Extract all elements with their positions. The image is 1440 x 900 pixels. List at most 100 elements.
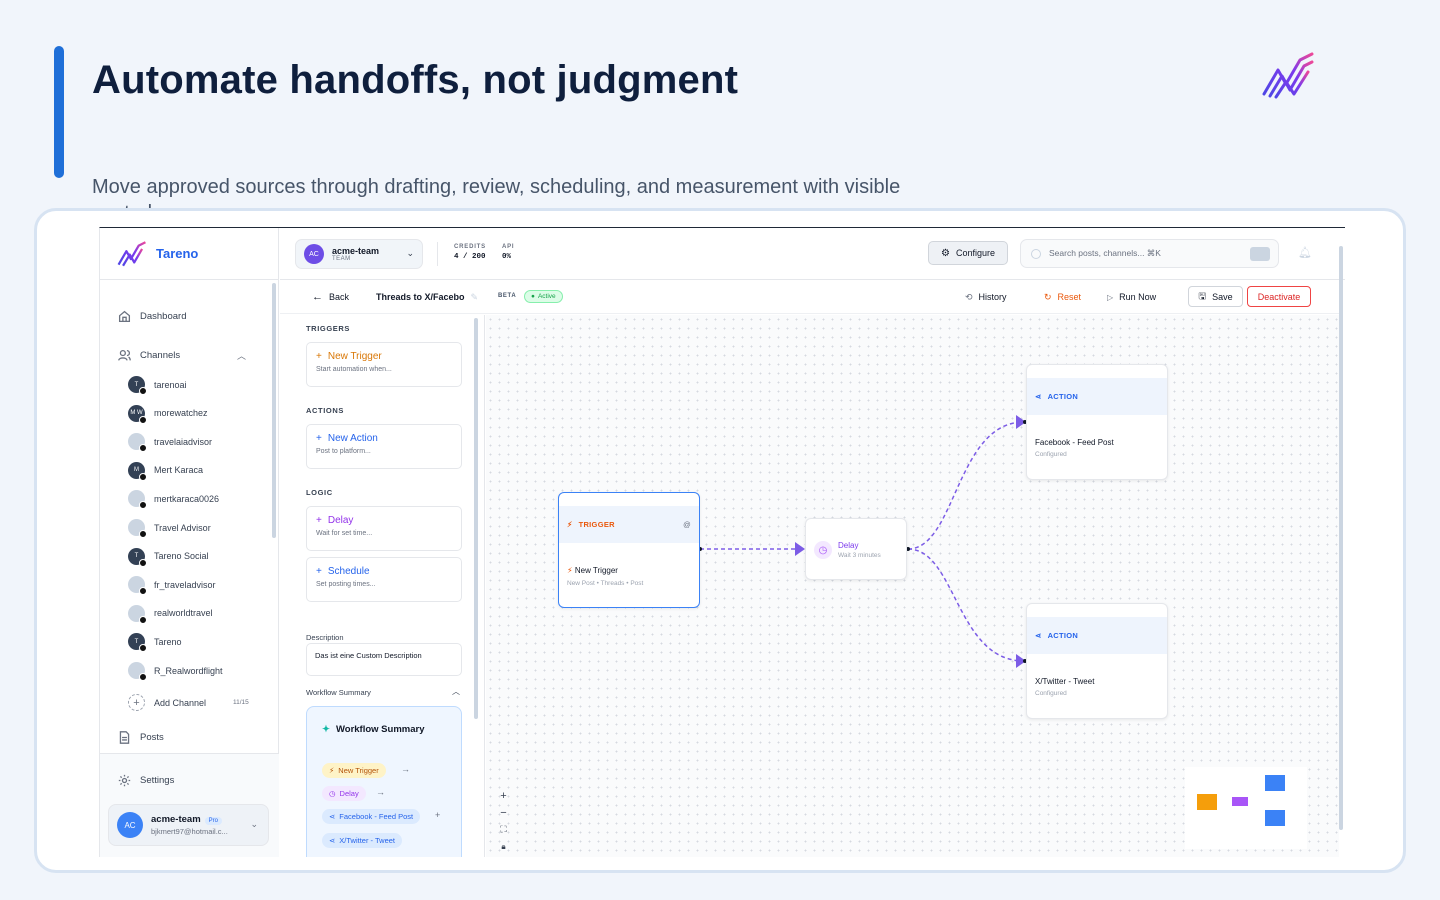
avatar [128, 433, 147, 453]
divider [437, 242, 438, 266]
channel-item[interactable]: Ttarenoai [128, 376, 187, 395]
chevron-down-icon: ⌄ [406, 248, 414, 258]
trigger-node-sub: New Post • Threads • Post [567, 580, 644, 587]
description-field[interactable]: Das ist eine Custom Description [306, 643, 462, 676]
arrow-right-icon: → [401, 764, 410, 774]
hero-subtitle: Move approved sources through drafting, … [92, 176, 901, 208]
action-node-twitter[interactable]: ⋖ ACTION X/Twitter - Tweet Configured [1026, 603, 1168, 719]
palette-scrollbar[interactable] [474, 318, 478, 719]
summary-chip-facebook: ⋖ Facebook - Feed Post [322, 809, 421, 824]
node-palette: TRIGGERS + New Trigger Start automation w… [280, 315, 485, 857]
plus-icon: + [316, 515, 322, 526]
add-channel-label: Add Channel [154, 697, 207, 708]
channel-item[interactable]: realworldtravel [128, 604, 213, 624]
trigger-node[interactable]: ⚡︎ TRIGGER @ ⚡︎ New Trigger New Post • Thr… [558, 492, 700, 608]
chevron-up-icon[interactable]: ︿ [237, 349, 246, 362]
delay-label: Delay [327, 515, 354, 526]
pencil-icon[interactable]: ✎ [471, 292, 479, 303]
new-trigger-card[interactable]: + New Trigger Start automation when... [306, 342, 462, 387]
minimap[interactable] [1185, 767, 1307, 849]
avatar [128, 519, 147, 538]
delay-node[interactable]: ◷ Delay Wait 3 minutes [805, 518, 907, 580]
gear-icon: ⚙ [941, 247, 950, 259]
channel-item[interactable]: T Tareno [128, 633, 182, 653]
save-button[interactable]: 🖫︎ Save [1188, 286, 1243, 307]
channel-item[interactable]: M Mert Karaca [128, 461, 204, 481]
search-input[interactable]: Search posts, channels... ⌘K [1020, 239, 1279, 268]
new-action-card[interactable]: + New Action Post to platform... [306, 424, 462, 469]
team-role: TEAM [332, 256, 351, 262]
team-switcher[interactable]: AC acme-team TEAM ⌄ [295, 239, 423, 269]
schedule-card[interactable]: + Schedule Set posting times... [306, 557, 462, 602]
nav-settings-label: Settings [140, 775, 175, 786]
history-label: History [978, 292, 1007, 302]
channel-item[interactable]: M W morewatchez [128, 404, 208, 424]
account-switcher[interactable]: AC acme-team Pro bjkmert97@hotmail.c... ⌄ [108, 804, 269, 846]
add-channel-button[interactable]: + Add Channel [128, 694, 206, 711]
platform-badge-icon [139, 644, 147, 653]
channel-name: Mert Karaca [154, 465, 204, 476]
sidebar: Tareno Dashboard Channels ︿ Ttarenoai M W… [100, 228, 279, 857]
channel-item[interactable]: mertkaraca0026 [128, 490, 220, 510]
channel-item[interactable]: fr_traveladvisor [128, 576, 216, 596]
workflow-name[interactable]: Threads to X/Facebo ✎ [376, 280, 478, 314]
channel-item[interactable]: T Tareno Social [128, 547, 209, 567]
channel-item[interactable]: R_Realwordflight [128, 662, 223, 681]
minimap-delay [1232, 797, 1248, 806]
platform-badge-icon [139, 387, 147, 395]
reset-icon: ↻ [1044, 291, 1052, 302]
channel-name: morewatchez [154, 408, 208, 419]
api-label: API [502, 244, 515, 250]
schedule-label: Schedule [327, 566, 370, 577]
api-metric: API 0% [502, 244, 514, 261]
threads-icon: @ [683, 520, 691, 529]
zoom-in-button[interactable]: + [496, 788, 511, 803]
channel-item[interactable]: Travel Advisor [128, 519, 211, 538]
search-placeholder: Search posts, channels... ⌘K [1049, 248, 1161, 258]
back-button[interactable]: ← Back [312, 280, 349, 314]
floppy-icon: 🖫︎ [1198, 290, 1207, 301]
workflow-canvas[interactable]: ⚡︎ TRIGGER @ ⚡︎ New Trigger New Post • Thr… [486, 315, 1339, 857]
configure-button[interactable]: ⚙ Configure [928, 241, 1008, 265]
chip-label: Facebook - Feed Post [339, 812, 414, 821]
avatar [128, 576, 147, 596]
workflow-name-text: Threads to X/Facebo [376, 292, 465, 302]
sidebar-brand[interactable]: Tareno [100, 228, 278, 280]
avatar: T [128, 633, 147, 653]
nav-settings[interactable]: Settings [118, 774, 174, 787]
delay-card[interactable]: + Delay Wait for set time... [306, 506, 462, 551]
avatar: T [128, 547, 147, 567]
chip-label: Delay [339, 789, 359, 798]
delay-node-sub: Wait 3 minutes [838, 552, 881, 559]
history-button[interactable]: ⟲ History [965, 280, 1007, 314]
top-bar: AC acme-team TEAM ⌄ CREDITS 4 / 200 API … [280, 228, 1345, 280]
action-node-facebook[interactable]: ⋖ ACTION Facebook - Feed Post Configured [1026, 364, 1168, 480]
nav-dashboard[interactable]: Dashboard [118, 310, 186, 323]
bell-icon[interactable]: 🔔︎ [1298, 246, 1312, 260]
nav-posts[interactable]: Posts [118, 731, 164, 744]
lock-icon[interactable]: 🔒︎ [496, 839, 511, 854]
deactivate-button[interactable]: Deactivate [1247, 286, 1311, 307]
fit-view-button[interactable]: ⛶ [496, 822, 511, 837]
platform-badge-icon [139, 615, 147, 624]
run-now-button[interactable]: ▷ Run Now [1107, 280, 1156, 314]
chip-label: New Trigger [338, 766, 379, 775]
users-icon [118, 349, 131, 361]
channel-name: mertkaraca0026 [154, 493, 220, 504]
page-scrollbar[interactable] [1339, 246, 1343, 830]
zoom-out-button[interactable]: − [496, 805, 511, 820]
avatar: M W [128, 404, 147, 424]
summary-title: Workflow Summary [335, 724, 425, 735]
history-icon: ⟲ [965, 291, 973, 302]
reset-button[interactable]: ↻ Reset [1044, 280, 1081, 314]
document-icon [119, 731, 130, 744]
chevron-up-icon[interactable]: ︿ [452, 686, 460, 697]
nav-channels[interactable]: Channels [118, 349, 180, 362]
platform-badge-icon [139, 444, 147, 453]
action-node-sub: Configured [1035, 690, 1067, 697]
channel-item[interactable]: travelaiadvisor [128, 433, 212, 453]
trigger-node-title: ⚡︎ New Trigger [567, 566, 618, 575]
sidebar-scrollbar[interactable] [272, 283, 276, 538]
api-value: 0% [502, 253, 512, 261]
trigger-node-header: ⚡︎ TRIGGER @ [559, 506, 699, 543]
